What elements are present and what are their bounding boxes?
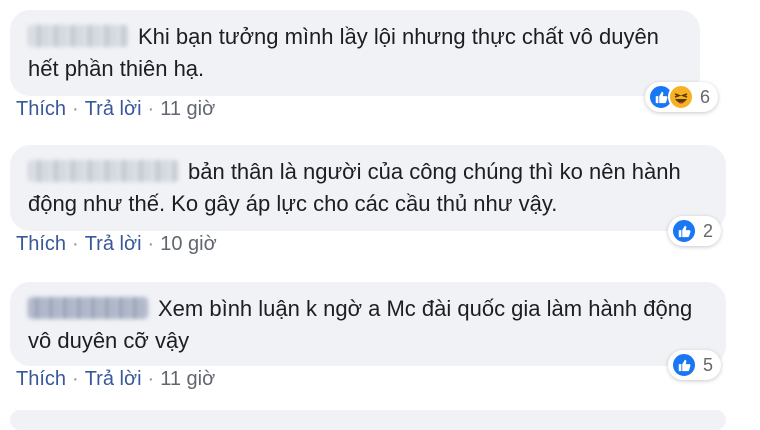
comment-bubble	[10, 410, 726, 430]
comment-next-partial	[10, 410, 726, 430]
separator: ·	[147, 233, 155, 255]
reaction-summary[interactable]: 6	[645, 82, 719, 112]
timestamp[interactable]: 11 giờ	[160, 98, 215, 120]
comment-actions: Thích · Trả lời · 10 giờ	[16, 233, 217, 256]
like-link[interactable]: Thích	[16, 368, 66, 390]
like-icon	[671, 352, 697, 378]
comment-bubble: Xem bình luận k ngờ a Mc đài quốc gia là…	[10, 282, 726, 366]
comment-3: Xem bình luận k ngờ a Mc đài quốc gia là…	[10, 282, 726, 366]
commenter-name-blurred[interactable]	[28, 25, 128, 47]
reaction-count: 6	[700, 86, 711, 107]
reaction-count: 2	[703, 220, 714, 241]
separator: ·	[72, 368, 79, 390]
reaction-summary[interactable]: 5	[668, 350, 722, 380]
comment-1: Khi bạn tưởng mình lầy lội nhưng thực ch…	[10, 10, 700, 96]
commenter-name-blurred[interactable]	[28, 297, 148, 319]
separator: ·	[147, 98, 155, 120]
separator: ·	[72, 233, 79, 255]
reaction-count: 5	[703, 354, 714, 375]
like-link[interactable]: Thích	[16, 98, 66, 120]
comment-actions: Thích · Trả lời · 11 giờ	[16, 98, 215, 121]
haha-icon	[668, 84, 694, 110]
separator: ·	[147, 368, 155, 390]
like-icon	[671, 218, 697, 244]
comment-actions: Thích · Trả lời · 11 giờ	[16, 368, 215, 391]
reaction-summary[interactable]: 2	[668, 216, 722, 246]
comment-2: bản thân là người của công chúng thì ko …	[10, 145, 726, 231]
reply-link[interactable]: Trả lời	[85, 98, 142, 120]
comment-bubble: Khi bạn tưởng mình lầy lội nhưng thực ch…	[10, 10, 700, 96]
reply-link[interactable]: Trả lời	[85, 368, 142, 390]
commenter-name-blurred[interactable]	[28, 160, 178, 182]
reply-link[interactable]: Trả lời	[85, 233, 142, 255]
comment-bubble: bản thân là người của công chúng thì ko …	[10, 145, 726, 231]
like-link[interactable]: Thích	[16, 233, 66, 255]
timestamp[interactable]: 10 giờ	[160, 233, 216, 255]
timestamp[interactable]: 11 giờ	[160, 368, 215, 390]
separator: ·	[72, 98, 79, 120]
